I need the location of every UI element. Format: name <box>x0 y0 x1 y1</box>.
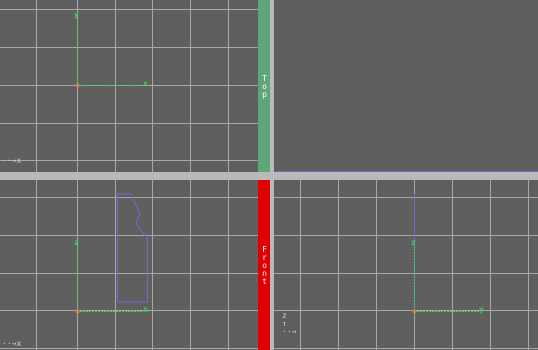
axis-label-y: y <box>74 10 79 19</box>
tripod-icon: ··→x <box>2 339 22 348</box>
tripod-icon: z ↑ ··→ <box>282 311 297 336</box>
origin-marker <box>75 83 80 88</box>
tab-front-label: Front <box>260 245 269 285</box>
viewport-top[interactable]: y x ··→x <box>0 0 258 172</box>
tripod-icon: ··→x <box>2 156 22 165</box>
object-outline <box>117 193 148 303</box>
horizontal-divider[interactable] <box>0 172 538 180</box>
tab-top-label: Top <box>260 74 269 98</box>
grid-top <box>0 0 258 172</box>
grid-front <box>0 180 258 350</box>
tab-top[interactable]: Top <box>258 0 270 172</box>
origin-marker <box>412 309 417 314</box>
axis-label-x: x <box>143 79 148 88</box>
axis-label-x: x <box>143 305 148 314</box>
tab-front[interactable]: Front <box>258 180 270 350</box>
grid-side <box>274 180 538 350</box>
origin-marker <box>75 309 80 314</box>
viewport-perspective[interactable] <box>276 0 538 172</box>
axis-label-y: y <box>479 305 484 314</box>
viewport-front[interactable]: z x ··→x <box>0 180 258 350</box>
axis-label-z: z <box>411 238 416 247</box>
origin-axes-top <box>77 20 142 86</box>
viewport-side[interactable]: z y z ↑ ··→ <box>274 180 538 350</box>
origin-axes-side <box>414 194 479 312</box>
axis-label-z: z <box>74 238 79 247</box>
